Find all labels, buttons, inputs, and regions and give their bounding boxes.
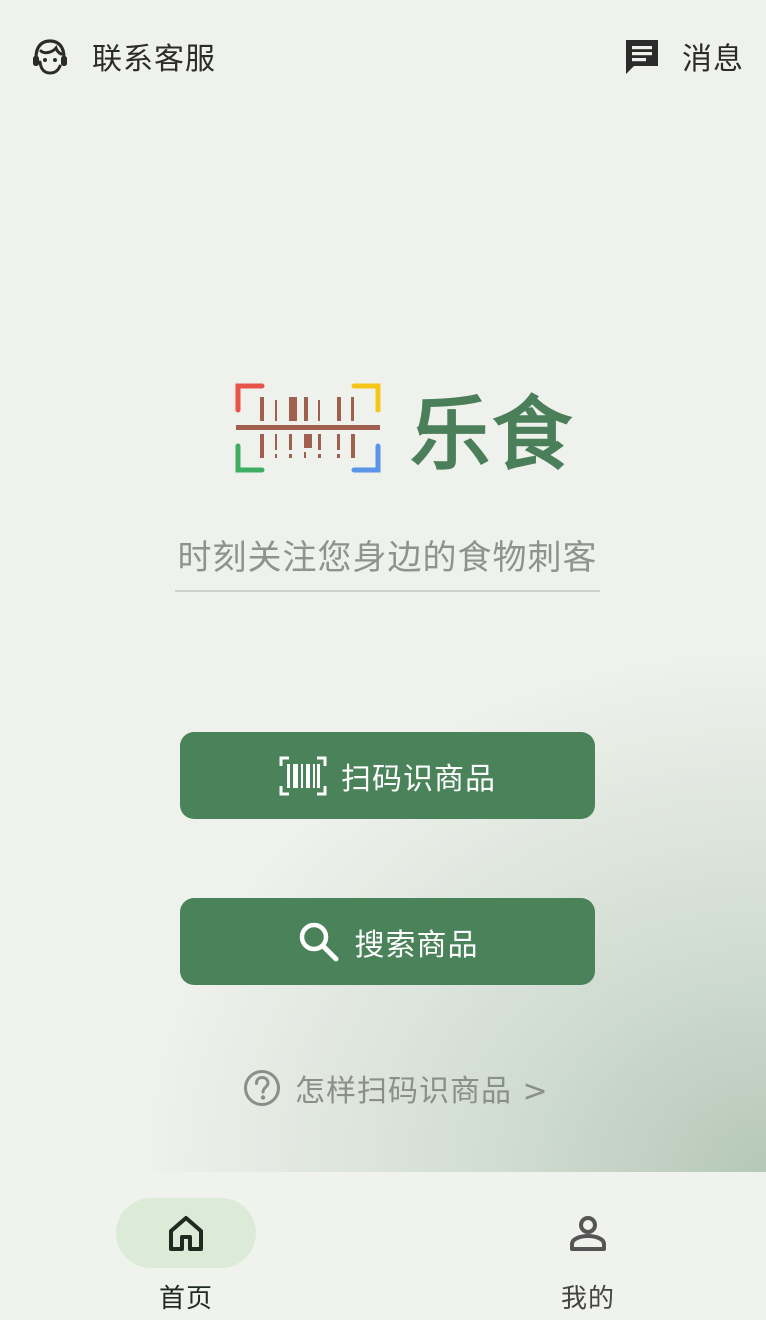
scan-product-label: 扫码识商品 <box>341 761 496 797</box>
brand-logo: 乐食 <box>234 370 574 486</box>
question-circle-icon <box>243 1069 281 1107</box>
nav-label-mine: 我的 <box>560 1284 615 1314</box>
customer-service-button[interactable]: 联系客服 <box>30 34 216 78</box>
barcode-scan-logo <box>234 380 382 476</box>
bottom-navigation: 首页 我的 <box>0 1172 766 1320</box>
home-icon <box>166 1213 206 1253</box>
top-bar: 联系客服 消息 <box>0 0 766 115</box>
nav-item-mine[interactable]: 我的 <box>488 1198 688 1315</box>
nav-label-home: 首页 <box>158 1284 213 1314</box>
search-product-button[interactable]: 搜索商品 <box>180 898 595 985</box>
nav-mine-indicator <box>518 1198 658 1268</box>
scan-product-button[interactable]: 扫码识商品 <box>180 732 595 819</box>
headset-icon <box>30 36 70 76</box>
search-product-label: 搜索商品 <box>354 927 479 963</box>
messages-button[interactable]: 消息 <box>622 34 744 78</box>
how-to-scan-label: 怎样扫码识商品 > <box>295 1074 549 1109</box>
customer-service-label: 联系客服 <box>92 42 216 77</box>
messages-label: 消息 <box>682 42 744 77</box>
how-to-scan-link[interactable]: 怎样扫码识商品 > <box>243 1066 549 1110</box>
brand-slogan: 时刻关注您身边的食物刺客 <box>175 530 600 592</box>
barcode-icon <box>279 756 327 796</box>
person-icon <box>568 1213 608 1253</box>
message-icon <box>622 36 662 76</box>
brand-name: 乐食 <box>410 387 574 481</box>
nav-item-home[interactable]: 首页 <box>86 1198 286 1315</box>
nav-home-indicator <box>116 1198 256 1268</box>
search-icon <box>297 920 341 964</box>
